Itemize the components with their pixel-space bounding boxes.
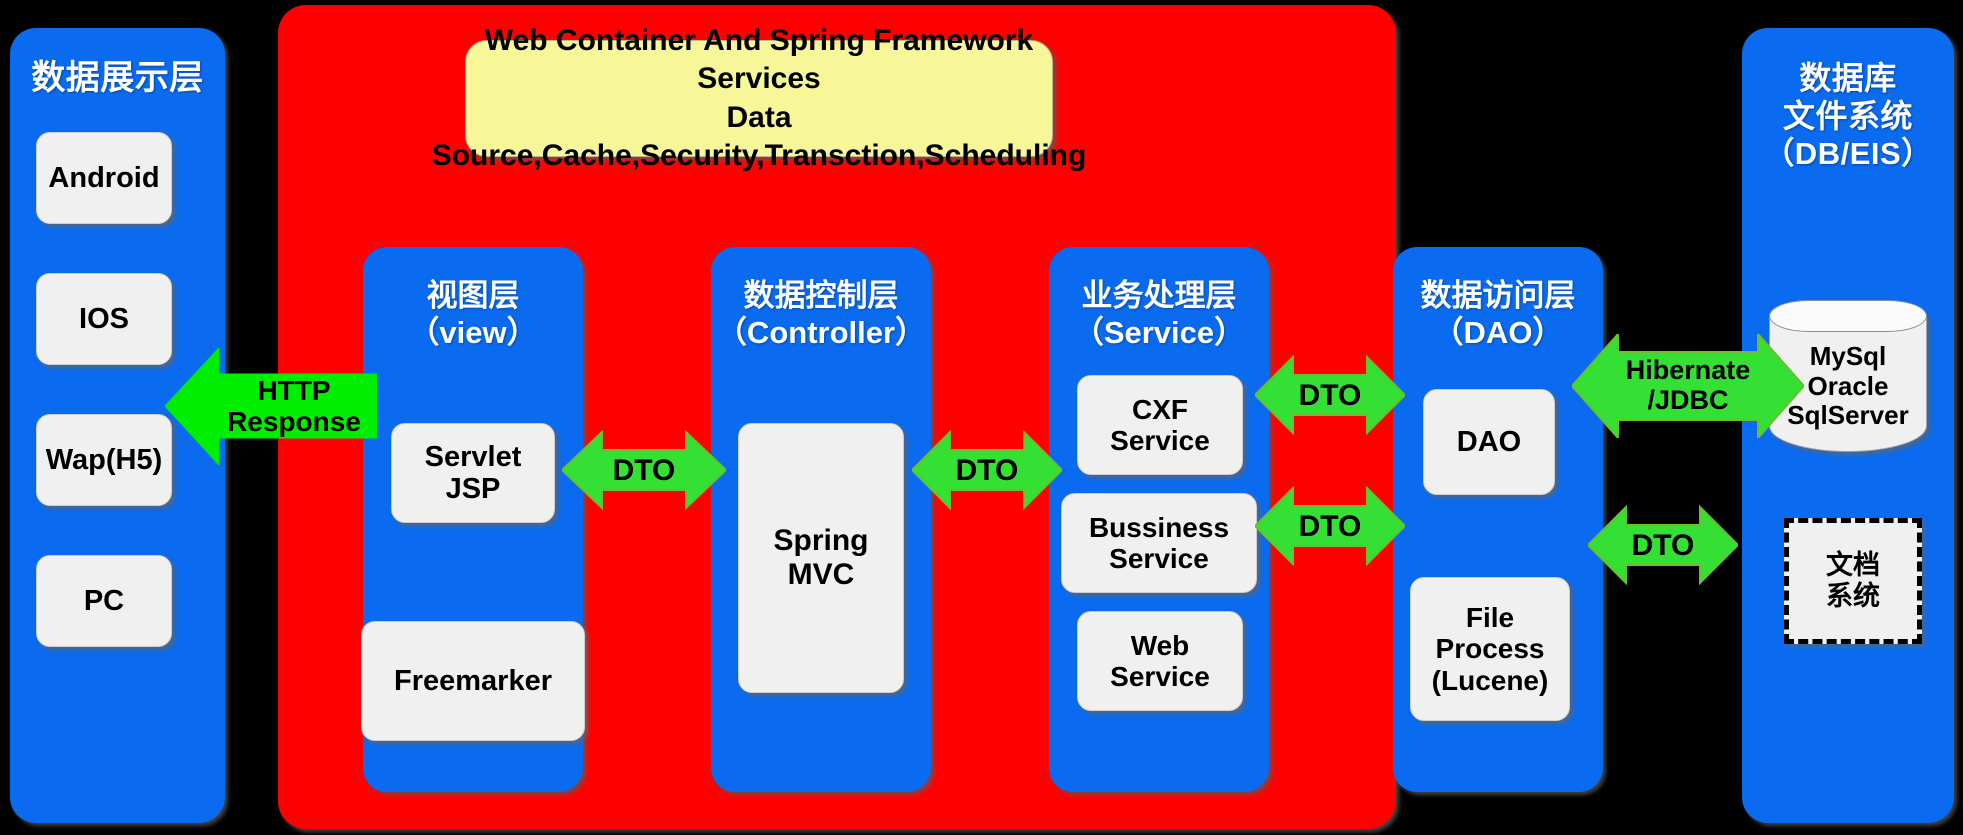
arrow-dto-label: DTO: [1298, 378, 1362, 412]
http-response-line1: HTTP: [257, 374, 331, 406]
banner-line-2: Data Source,Cache,Security,Transction,Sc…: [431, 100, 1087, 172]
arrow-dto-file-document[interactable]: DTO: [1588, 505, 1738, 585]
view-item-label: Servlet JSP: [424, 440, 522, 505]
hibernate-line1: Hibernate: [1625, 355, 1751, 386]
dao-layer-column: 数据访问层 （DAO） DAO File Process (Lucene): [1393, 247, 1603, 792]
arrow-dto-label: DTO: [612, 453, 676, 487]
hibernate-line2: /JDBC: [1647, 385, 1729, 415]
arrow-hibernate-jdbc[interactable]: Hibernate /JDBC: [1572, 334, 1804, 438]
service-item-cxf[interactable]: CXF Service: [1077, 375, 1243, 475]
client-label: PC: [83, 584, 125, 617]
database-layer-title-line3: （DB/EIS）: [1763, 135, 1933, 171]
presentation-layer-title: 数据展示层: [31, 59, 204, 97]
service-item-label: CXF Service: [1110, 393, 1210, 456]
client-box-wap[interactable]: Wap(H5): [36, 414, 172, 506]
client-label: Wap(H5): [45, 443, 163, 476]
arrow-dto-label: DTO: [1631, 528, 1695, 562]
dao-item-label: DAO: [1456, 425, 1522, 458]
controller-layer-title-cn: 数据控制层: [743, 278, 899, 313]
view-layer-column: 视图层 （view） Servlet JSP Freemarker: [361, 247, 585, 792]
view-item-label: Freemarker: [394, 664, 552, 697]
client-box-ios[interactable]: IOS: [36, 273, 172, 365]
controller-item-label: Spring MVC: [773, 524, 869, 591]
document-system-line2: 系统: [1826, 581, 1880, 612]
dao-item-dao[interactable]: DAO: [1423, 389, 1555, 495]
client-label: Android: [48, 161, 160, 194]
dao-item-label: File Process (Lucene): [1431, 601, 1549, 696]
cylinder-top-ellipse: [1769, 300, 1927, 332]
client-box-pc[interactable]: PC: [36, 555, 172, 647]
view-item-servlet-jsp[interactable]: Servlet JSP: [391, 423, 555, 523]
arrow-dto-service-file[interactable]: DTO: [1255, 486, 1405, 566]
arrow-dto-label: DTO: [1298, 509, 1362, 543]
dao-layer-title-en: （DAO）: [1432, 315, 1564, 351]
arrow-dto-service-dao[interactable]: DTO: [1255, 355, 1405, 435]
arrow-dto-view-controller[interactable]: DTO: [562, 430, 726, 510]
service-item-label: Web Service: [1110, 629, 1210, 692]
controller-item-spring-mvc[interactable]: Spring MVC: [738, 423, 904, 693]
arrow-http-response-label: HTTP Response: [227, 374, 361, 438]
controller-layer-title-en: （Controller）: [715, 315, 927, 351]
service-item-web-service[interactable]: Web Service: [1077, 611, 1243, 711]
service-layer-column: 业务处理层 （Service） CXF Service Bussiness Se…: [1049, 247, 1269, 792]
view-layer-title-en: （view）: [408, 315, 538, 351]
client-box-android[interactable]: Android: [36, 132, 172, 224]
database-layer-title-line2: 文件系统: [1782, 97, 1913, 134]
database-layer-title-line1: 数据库: [1799, 60, 1897, 96]
view-item-freemarker[interactable]: Freemarker: [361, 621, 585, 741]
arrow-dto-controller-service[interactable]: DTO: [912, 430, 1062, 510]
document-system-line1: 文档: [1826, 549, 1880, 581]
service-layer-title-en: （Service）: [1072, 315, 1246, 351]
dao-layer-title-cn: 数据访问层: [1420, 278, 1576, 313]
view-layer-title-cn: 视图层: [426, 278, 520, 313]
arrow-hibernate-label: Hibernate /JDBC: [1625, 355, 1751, 415]
dao-item-file-process[interactable]: File Process (Lucene): [1410, 577, 1570, 721]
http-response-line2: Response: [227, 405, 361, 437]
arrow-dto-label: DTO: [955, 453, 1019, 487]
document-system-box[interactable]: 文档 系统: [1784, 518, 1922, 644]
service-layer-title-cn: 业务处理层: [1081, 278, 1237, 313]
service-item-label: Bussiness Service: [1088, 511, 1230, 574]
client-label: IOS: [79, 302, 129, 335]
controller-layer-column: 数据控制层 （Controller） Spring MVC: [711, 247, 931, 792]
framework-services-banner: Web Container And Spring Framework Servi…: [432, 24, 1087, 172]
banner-line-1: Web Container And Spring Framework Servi…: [484, 23, 1034, 96]
arrow-http-response[interactable]: HTTP Response: [165, 348, 377, 465]
service-item-bussiness[interactable]: Bussiness Service: [1061, 493, 1257, 593]
